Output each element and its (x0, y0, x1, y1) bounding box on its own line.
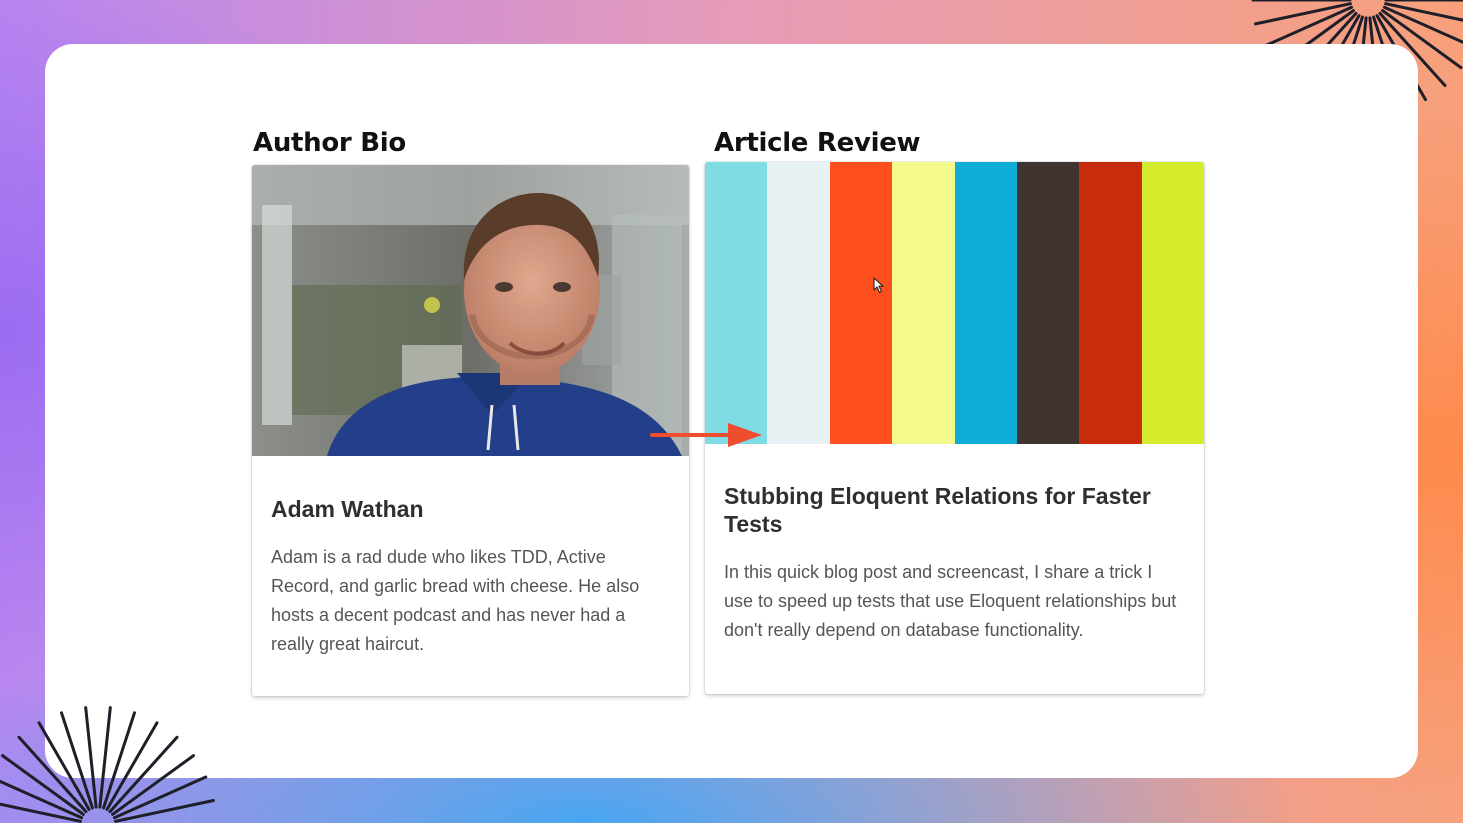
author-card: Adam Wathan Adam is a rad dude who likes… (252, 165, 689, 696)
cover-stripe (767, 162, 830, 444)
article-review-heading: Article Review (714, 128, 921, 158)
author-bio-heading: Author Bio (253, 128, 406, 158)
mouse-pointer-icon (873, 277, 884, 294)
author-bio-text: Adam is a rad dude who likes TDD, Active… (271, 547, 640, 654)
cover-stripe (1079, 162, 1142, 444)
article-card: Stubbing Eloquent Relations for Faster T… (705, 162, 1204, 694)
article-summary: In this quick blog post and screencast, … (724, 562, 1177, 640)
cover-stripe (705, 162, 768, 444)
cover-stripe (892, 162, 955, 444)
cover-stripe (1016, 162, 1080, 444)
author-photo (252, 165, 689, 456)
annotation-arrow-icon (650, 423, 762, 447)
article-title: Stubbing Eloquent Relations for Faster T… (724, 483, 1151, 537)
author-name: Adam Wathan (271, 496, 424, 522)
article-cover-image (705, 162, 1204, 444)
cover-stripe (829, 162, 893, 444)
cover-stripe (954, 162, 1017, 444)
cover-stripe (1141, 162, 1204, 444)
sunburst-bottom-left-icon (0, 706, 215, 823)
